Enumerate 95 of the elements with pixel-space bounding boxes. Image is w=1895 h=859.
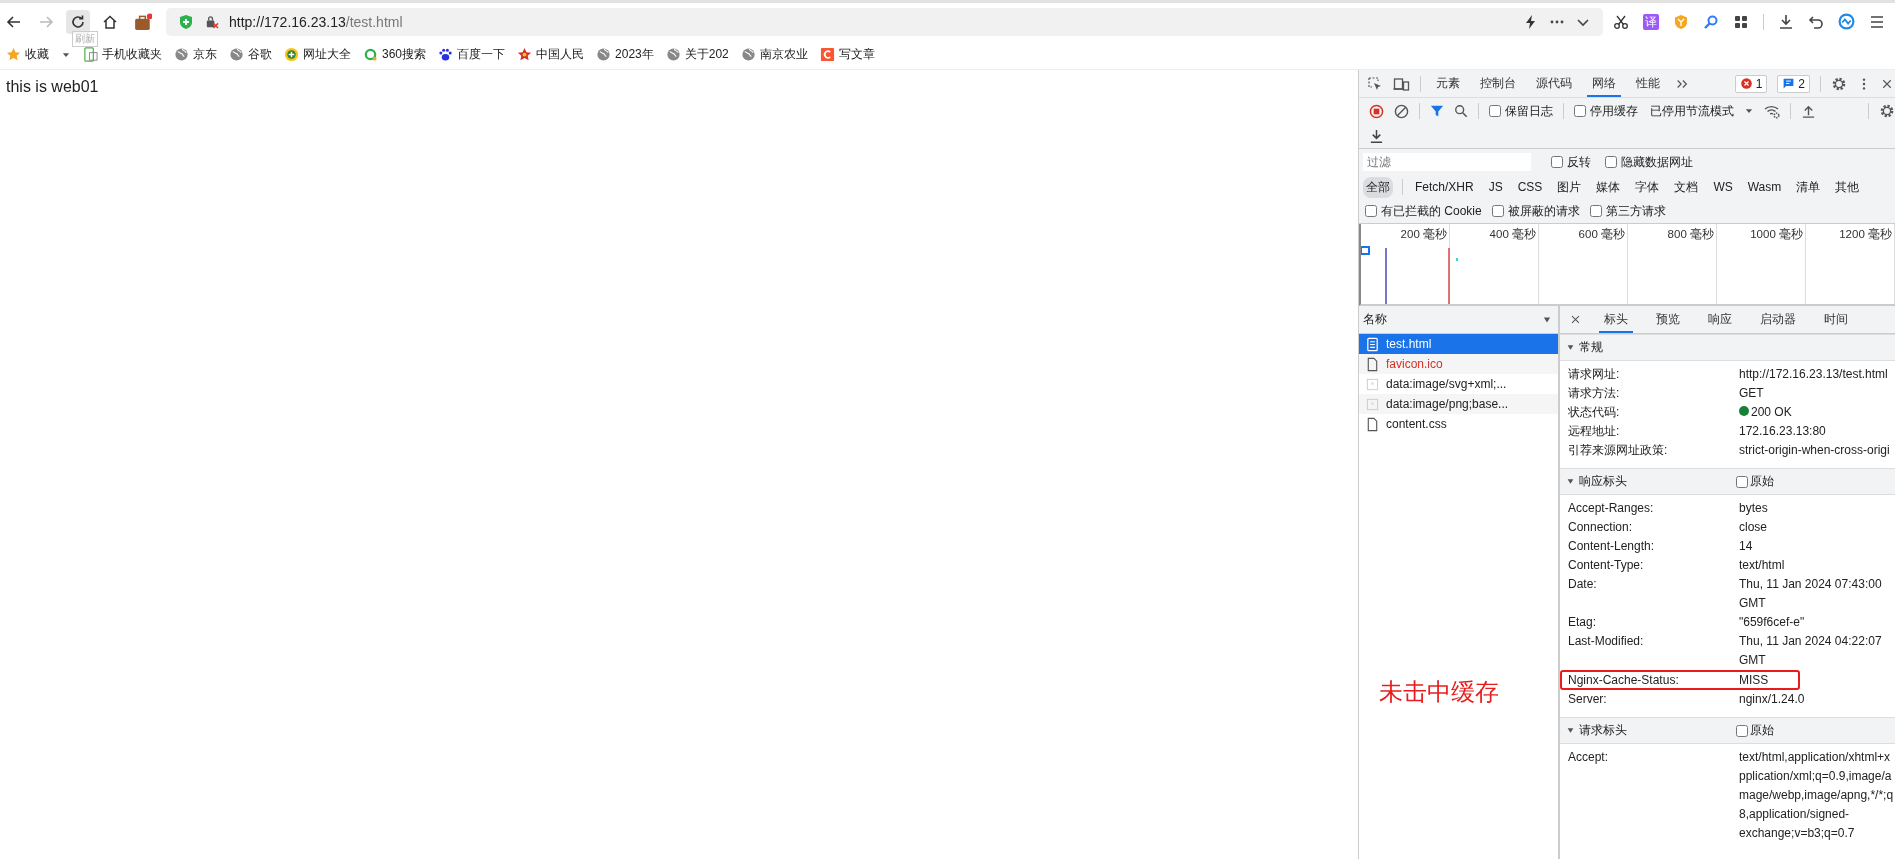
type-filter-button[interactable]: 文档 [1671, 176, 1702, 198]
type-filter-button[interactable]: Wasm [1744, 178, 1785, 196]
header-name: Server: [1568, 691, 1608, 708]
error-count-badge[interactable]: 1 [1734, 74, 1768, 93]
annotation-text: 未击中缓存 [1379, 677, 1499, 707]
header-name: Content-Length: [1568, 538, 1656, 555]
bookmark[interactable]: 谷歌 [229, 46, 272, 63]
message-count-badge[interactable]: 2 [1777, 74, 1810, 93]
bookmark[interactable]: 手机收藏夹 [83, 46, 162, 63]
panel-tab[interactable]: 控制台 [1475, 70, 1521, 97]
bookmark[interactable]: 收藏 [6, 46, 49, 63]
bookmark[interactable]: 网址大全 [284, 46, 351, 63]
header-name: Last-Modified: [1568, 633, 1645, 650]
type-filter-button[interactable]: 图片 [1554, 176, 1585, 198]
type-filter-button[interactable]: WS [1710, 178, 1736, 196]
panel-tab[interactable]: 源代码 [1531, 70, 1577, 97]
throttling-dropdown[interactable]: 已停用节流模式 [1650, 102, 1754, 120]
header-name: Connection: [1568, 519, 1634, 536]
request-row[interactable]: data:image/png;base... [1359, 394, 1558, 414]
header-value: close [1739, 519, 1767, 536]
header-value: "659f6cef-e" [1739, 614, 1805, 631]
type-filter-button[interactable]: 其他 [1832, 176, 1863, 198]
section-header[interactable]: 响应标头 [1566, 473, 1736, 490]
bookmark[interactable]: 京东 [174, 46, 217, 63]
bookmark[interactable]: 2023年 [596, 46, 654, 63]
detail-tab[interactable]: 启动器 [1755, 306, 1801, 333]
header-name: 引荐来源网址政策: [1568, 442, 1669, 459]
header-value: 200 OK [1751, 404, 1792, 421]
type-filter-button[interactable]: 媒体 [1593, 176, 1624, 198]
header-value: 172.16.23.13:80 [1739, 423, 1826, 440]
header-value: bytes [1739, 500, 1768, 517]
header-name: 请求网址: [1568, 366, 1621, 383]
header-value: nginx/1.24.0 [1739, 691, 1805, 708]
detail-tab[interactable]: 预览 [1651, 306, 1685, 333]
header-value: Thu, 11 Jan 2024 04:22:07 GMT [1739, 633, 1882, 669]
address-bar[interactable]: http://172.16.23.13/test.html [166, 7, 1603, 36]
header-name: 请求方法: [1568, 385, 1621, 402]
header-name: Content-Type: [1568, 557, 1645, 574]
section-header[interactable]: 请求标头 [1566, 722, 1736, 739]
header-value: text/html,application/xhtml+x pplication/xml;q=0.9,image/a mage/webp,image/apng,*/*;q 8,application/signed- exchange;v=b3;q=0.7 [1739, 749, 1894, 842]
tick-label: 800 毫秒 [1667, 228, 1714, 240]
header-value: MISS [1739, 672, 1769, 688]
header-value: 14 [1739, 538, 1753, 555]
request-row[interactable]: content.css [1359, 414, 1558, 434]
page-text: this is web01 [6, 78, 99, 96]
url-text[interactable]: http://172.16.23.13/test.html [229, 13, 403, 30]
header-value: http://172.16.23.13/test.html [1739, 366, 1888, 383]
bookmark[interactable]: 360搜索 [363, 46, 427, 63]
request-row[interactable]: data:image/svg+xml;... [1359, 374, 1558, 394]
tick-label: 400 毫秒 [1489, 228, 1536, 240]
translate-button[interactable]: 译 [1643, 13, 1659, 30]
tick-label: 1000 毫秒 [1750, 228, 1803, 240]
detail-tab[interactable]: 时间 [1819, 306, 1853, 333]
type-filter-button[interactable]: CSS [1514, 178, 1546, 196]
type-filter-button[interactable]: 清单 [1793, 176, 1824, 198]
checkbox-label[interactable]: 有已拦截的 Cookie [1381, 202, 1482, 220]
type-filter-button[interactable]: JS [1485, 178, 1506, 196]
header-value: text/html [1739, 557, 1785, 574]
header-value: Thu, 11 Jan 2024 07:43:00 GMT [1739, 576, 1882, 612]
bookmark[interactable]: 写文章 [819, 46, 875, 63]
header-value: GET [1739, 385, 1764, 402]
header-name: Accept: [1568, 749, 1610, 766]
checkbox-label[interactable]: 停用缓存 [1590, 102, 1638, 120]
panel-tab[interactable]: 元素 [1431, 70, 1465, 97]
checkbox-label[interactable]: 原始 [1750, 722, 1774, 739]
header-name: 状态代码: [1568, 404, 1621, 421]
checkbox-label[interactable]: 反转 [1567, 153, 1591, 171]
type-filter-button[interactable]: 全部 [1363, 176, 1393, 198]
bookmark[interactable]: 南京农业 [740, 46, 808, 63]
detail-tab[interactable]: 响应 [1703, 306, 1737, 333]
column-header[interactable]: 名称 [1363, 311, 1387, 328]
header-name: Etag: [1568, 614, 1598, 631]
bookmark[interactable]: 百度一下 [438, 46, 506, 63]
panel-tab[interactable]: 性能 [1631, 70, 1665, 97]
request-row[interactable]: favicon.ico [1359, 354, 1558, 374]
tick-label: 1200 毫秒 [1839, 228, 1892, 240]
header-name: Accept-Ranges: [1568, 500, 1655, 517]
bookmark[interactable]: 中国人民 [517, 46, 585, 63]
tooltip: 刷新 [72, 31, 98, 47]
checkbox-label[interactable]: 原始 [1750, 473, 1774, 490]
header-name: 远程地址: [1568, 423, 1621, 440]
request-row[interactable]: test.html [1359, 334, 1558, 354]
header-name: Nginx-Cache-Status: [1568, 672, 1680, 688]
type-filter-button[interactable]: 字体 [1632, 176, 1663, 198]
header-name: Date: [1568, 576, 1598, 593]
checkbox-label[interactable]: 被屏蔽的请求 [1507, 202, 1580, 220]
checkbox-label[interactable]: 隐藏数据网址 [1621, 153, 1693, 171]
header-value: strict-origin-when-cross-origi [1739, 442, 1890, 459]
checkbox-label[interactable]: 保留日志 [1505, 102, 1553, 120]
filter-field[interactable]: 过滤 [1363, 153, 1531, 171]
type-filter-button[interactable]: Fetch/XHR [1412, 178, 1477, 196]
checkbox-label[interactable]: 第三方请求 [1605, 202, 1666, 220]
tick-label: 600 毫秒 [1578, 228, 1625, 240]
tick-label: 200 毫秒 [1400, 228, 1447, 240]
bookmark[interactable]: 关于202 [665, 46, 729, 63]
